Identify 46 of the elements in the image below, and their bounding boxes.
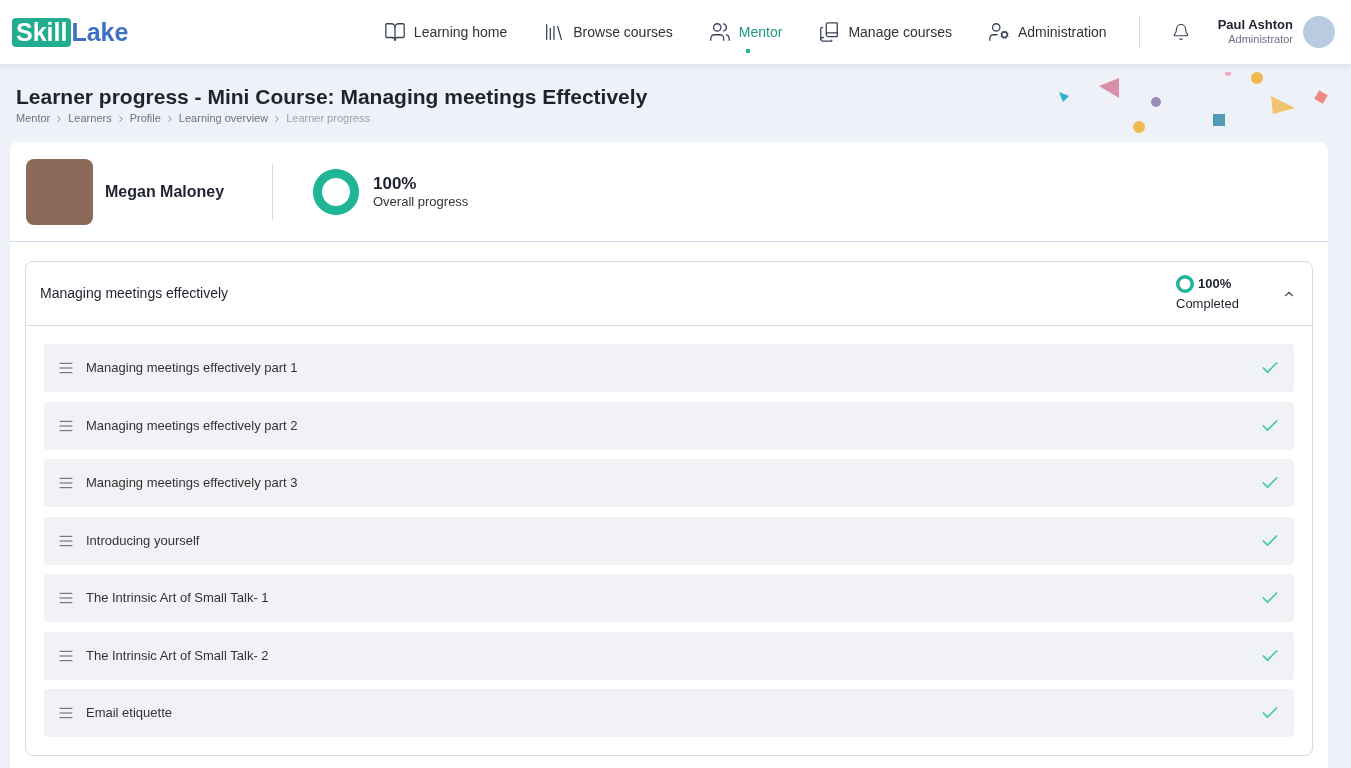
lesson-row[interactable]: Managing meetings effectively part 3	[44, 459, 1294, 507]
breadcrumb-link[interactable]: Learning overview	[178, 110, 269, 127]
lesson-title: Managing meetings effectively part 1	[86, 359, 298, 378]
logo-text: Lake	[71, 19, 129, 45]
lesson-row[interactable]: Managing meetings effectively part 1	[44, 344, 1294, 392]
lines-icon	[58, 360, 74, 376]
bell-icon[interactable]	[1171, 23, 1190, 41]
nav-tab[interactable]: Browse courses	[543, 21, 673, 43]
lines-icon	[58, 590, 74, 606]
nav-tab[interactable]: Mentor	[708, 21, 783, 43]
nav-icon	[818, 21, 841, 43]
lesson-row[interactable]: Managing meetings effectively part 2	[44, 401, 1294, 450]
logo-mark: Skill	[12, 17, 72, 47]
lines-icon	[58, 475, 74, 491]
breadcrumb-link[interactable]: Profile	[129, 110, 161, 127]
section-progress-label: Completed	[1176, 294, 1240, 313]
breadcrumb-link[interactable]: Learners	[68, 110, 112, 127]
lesson-title: Managing meetings effectively part 2	[86, 416, 298, 435]
lesson-row[interactable]: The Intrinsic Art of Small Talk- 2	[44, 631, 1294, 680]
user-name: Paul Ashton	[1217, 17, 1293, 34]
nav-icon	[708, 21, 731, 43]
lesson-row[interactable]: Introducing yourself	[44, 516, 1294, 565]
nav-icon	[987, 21, 1010, 43]
lines-icon	[58, 705, 74, 721]
active-indicator	[745, 49, 750, 53]
photo-placeholder	[26, 158, 93, 225]
lesson-title: Introducing yourself	[86, 531, 200, 550]
lesson-title: The Intrinsic Art of Small Talk- 1	[86, 589, 269, 608]
lesson-title: Email etiquette	[86, 704, 172, 723]
lesson-row[interactable]: Email etiquette	[44, 689, 1294, 737]
nav-tab[interactable]: Administration	[987, 21, 1107, 43]
lesson-title: The Intrinsic Art of Small Talk- 2	[86, 646, 269, 665]
nav-tab[interactable]: Learning home	[383, 21, 508, 43]
breadcrumb-link[interactable]: Mentor	[16, 110, 51, 127]
lesson-row[interactable]: The Intrinsic Art of Small Talk- 1	[44, 574, 1294, 622]
section-progress-value: 100%	[1198, 275, 1232, 293]
nav-tab[interactable]: Manage courses	[818, 21, 952, 43]
progress-value: 100%	[373, 172, 418, 194]
nav-icon	[383, 21, 406, 43]
page-title: Learner progress - Mini Course: Managing meetings Effectively	[16, 84, 648, 110]
section-header[interactable]: Managing meetings effectively 100% Completed	[26, 262, 1312, 326]
user-role: Administrator	[1228, 33, 1293, 47]
progress-label: Overall progress	[373, 194, 469, 211]
learner-name: Megan Maloney	[105, 181, 226, 202]
section-title: Managing meetings effectively	[40, 284, 229, 303]
lesson-title: Managing meetings effectively part 3	[86, 474, 298, 493]
